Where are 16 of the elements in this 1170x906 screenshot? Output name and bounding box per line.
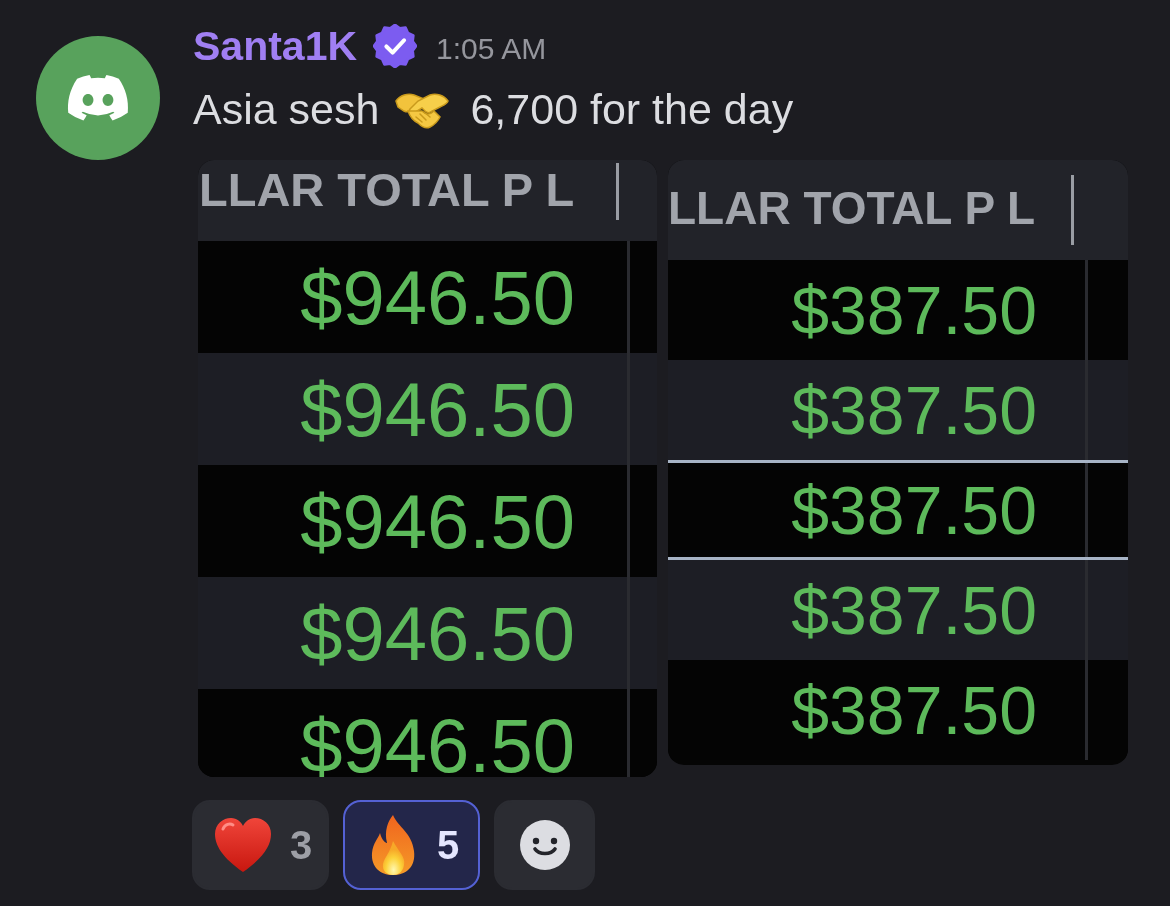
reaction-button[interactable]: 3: [192, 800, 329, 890]
image-attachment[interactable]: LLAR TOTAL P L $387.50 $387.50 $387.50 $387.50 $387.50: [668, 160, 1128, 765]
table-cell: $387.50: [668, 463, 1088, 557]
image-attachment[interactable]: LLAR TOTAL P L $946.50 $946.50 $946.50 $946.50 $946.50: [198, 160, 657, 777]
message-text: 6,700 for the day: [470, 84, 794, 134]
timestamp: 1:05 AM: [436, 31, 547, 67]
avatar-icon[interactable]: [36, 36, 160, 160]
smiley-icon: [519, 820, 570, 870]
column-header: LLAR TOTAL P L: [199, 162, 575, 217]
heart-icon: [213, 817, 273, 873]
username[interactable]: Santa1K: [193, 22, 358, 70]
add-reaction-button[interactable]: [494, 800, 595, 890]
table-cell: $387.50: [668, 660, 1088, 760]
message-text: Asia sesh: [193, 84, 380, 134]
reaction-button[interactable]: 5: [343, 800, 480, 890]
column-header: LLAR TOTAL P L: [668, 181, 1036, 235]
